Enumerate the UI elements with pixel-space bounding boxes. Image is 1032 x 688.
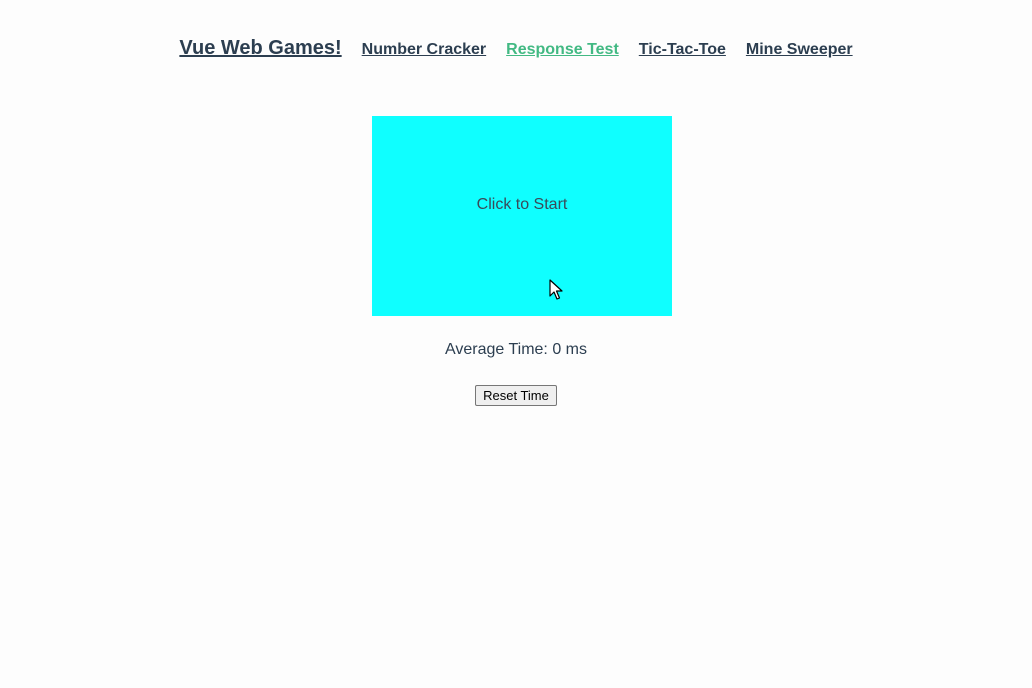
nav-link-number-cracker[interactable]: Number Cracker [362,41,487,59]
start-prompt: Click to Start [476,196,568,213]
nav-link-mine-sweeper[interactable]: Mine Sweeper [746,41,853,59]
brand-link[interactable]: Vue Web Games! [179,37,341,60]
nav-link-tic-tac-toe[interactable]: Tic-Tac-Toe [639,41,726,59]
average-time-text: Average Time: 0 ms [445,341,587,358]
response-test-area[interactable]: Click to Start [372,116,672,316]
reset-container: Reset Time [0,385,1032,406]
nav-link-response-test[interactable]: Response Test [506,41,619,59]
reset-time-button[interactable]: Reset Time [475,385,557,406]
mouse-pointer-icon [549,279,563,300]
top-nav: Vue Web Games! Number Cracker Response T… [0,37,1032,60]
